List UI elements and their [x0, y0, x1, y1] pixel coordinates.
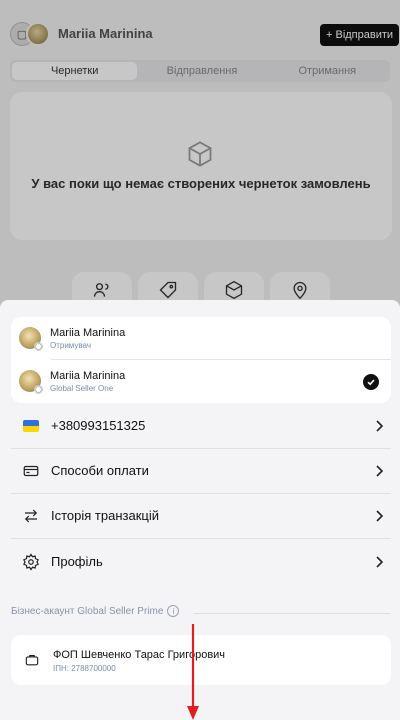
account-type-badge: ◯ [34, 342, 43, 351]
chevron-right-icon [376, 556, 384, 568]
account-role: Global Seller One [50, 384, 114, 393]
account-item-recipient[interactable]: ◯ Mariia Marinina Отримувач [11, 317, 391, 360]
chevron-right-icon [376, 465, 384, 477]
annotation-arrow-icon [187, 624, 199, 720]
gear-icon [23, 553, 39, 571]
payment-methods-row[interactable]: Способи оплати [11, 449, 391, 493]
profile-label: Профіль [51, 554, 103, 569]
briefcase-icon [25, 655, 39, 666]
payment-methods-label: Способи оплати [51, 463, 149, 478]
divider [11, 538, 391, 539]
account-name: Mariia Marinina [50, 370, 126, 382]
info-icon[interactable]: i [167, 605, 180, 617]
account-role: Отримувач [50, 341, 91, 350]
credit-card-icon [23, 465, 39, 477]
account-list: ◯ Mariia Marinina Отримувач ◯ Mariia Mar… [11, 317, 391, 403]
business-section-label: Бізнес-акаунт Global Seller Prime [11, 605, 164, 617]
business-tax-id: ІПН: 2788700000 [53, 664, 116, 673]
phone-number: +380993151325 [51, 418, 146, 433]
divider [194, 613, 390, 614]
chevron-right-icon [376, 510, 384, 522]
account-type-badge: ◯ [34, 385, 43, 394]
account-name: Mariia Marinina [50, 327, 126, 339]
business-section-title: Бізнес-акаунт Global Seller Prime i [11, 605, 180, 617]
account-sheet: ◯ Mariia Marinina Отримувач ◯ Mariia Mar… [0, 300, 400, 720]
ukraine-flag-icon [22, 417, 40, 435]
transactions-label: Історія транзакцій [51, 508, 159, 523]
chevron-right-icon [376, 420, 384, 432]
swap-arrows-icon [24, 509, 38, 523]
profile-row[interactable]: Профіль [11, 540, 391, 584]
check-icon [363, 374, 379, 390]
transactions-row[interactable]: Історія транзакцій [11, 494, 391, 538]
account-item-global-seller[interactable]: ◯ Mariia Marinina Global Seller One [11, 360, 391, 403]
phone-row[interactable]: +380993151325 [11, 404, 391, 448]
